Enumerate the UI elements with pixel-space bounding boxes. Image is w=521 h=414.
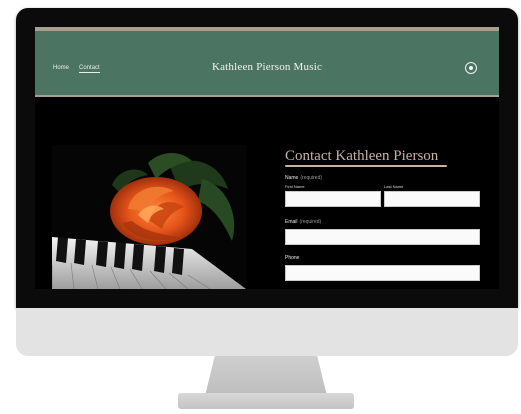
- monitor-chin: [16, 308, 518, 356]
- website-screen: Home Contact Kathleen Pierson Music Cont…: [35, 27, 499, 289]
- social-circle-icon[interactable]: [465, 62, 477, 74]
- name-label: Name (required): [285, 175, 322, 181]
- last-name-input[interactable]: [384, 191, 480, 207]
- monitor-stand-base: [178, 393, 354, 409]
- site-title[interactable]: Kathleen Pierson Music: [35, 61, 499, 73]
- email-required-tag: (required): [299, 219, 322, 225]
- email-label: Email (required): [285, 219, 321, 225]
- site-header: Home Contact Kathleen Pierson Music: [35, 31, 499, 95]
- rose-on-piano-image: [52, 145, 246, 289]
- contact-form-title: Contact Kathleen Pierson: [285, 148, 439, 164]
- first-name-label: First Name: [285, 184, 305, 189]
- phone-label: Phone: [285, 255, 300, 261]
- header-bottom-rule: [35, 95, 499, 97]
- email-input[interactable]: [285, 229, 480, 245]
- desktop-monitor-mockup: Home Contact Kathleen Pierson Music Cont…: [0, 0, 521, 414]
- name-required-tag: (required): [300, 175, 323, 181]
- name-label-text: Name: [285, 175, 299, 181]
- social-icon-glyph: [469, 66, 473, 70]
- email-label-text: Email: [285, 219, 298, 225]
- title-underline: [285, 165, 447, 167]
- first-name-input[interactable]: [285, 191, 381, 207]
- monitor-stand-neck: [205, 356, 327, 396]
- last-name-label: Last Name: [384, 184, 404, 189]
- phone-input[interactable]: [285, 265, 480, 281]
